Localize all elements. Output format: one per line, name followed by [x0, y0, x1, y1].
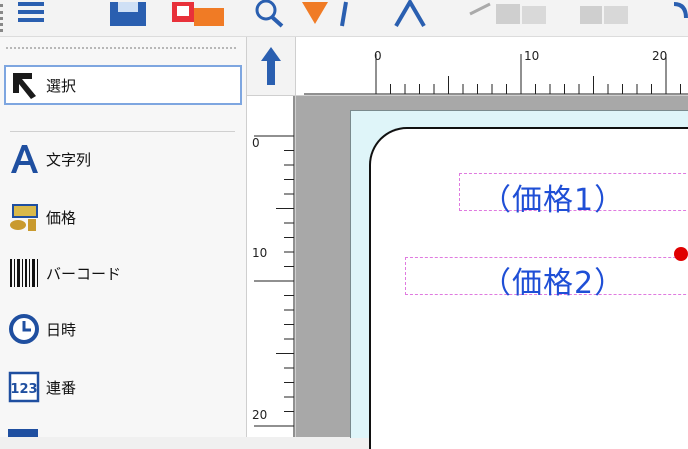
horizontal-ruler-ticks	[304, 54, 688, 95]
tool-label: 日時	[46, 320, 77, 339]
design-canvas[interactable]: （価格1） （価格2）	[296, 96, 688, 449]
tool-label: 文字列	[46, 150, 92, 169]
toolbar-grip[interactable]	[0, 4, 7, 32]
label-paper: （価格1） （価格2）	[350, 110, 688, 449]
image-icon[interactable]	[168, 0, 228, 28]
tool-label: 連番	[46, 378, 77, 397]
tool-palette: 選択 文字列 価格 バーコード 日時 123 連番	[0, 37, 247, 437]
text-a-icon	[8, 143, 40, 175]
svg-text:123: 123	[10, 382, 37, 397]
pointer-icon[interactable]	[300, 0, 354, 28]
save-icon[interactable]	[108, 0, 148, 28]
list-icon[interactable]	[16, 0, 46, 28]
vertical-ruler: 0 10 20	[247, 96, 296, 437]
tool-price[interactable]: 価格	[6, 197, 240, 237]
vruler-label-20: 20	[252, 408, 268, 422]
tool-select[interactable]: 選択	[4, 65, 242, 105]
clock-icon	[8, 313, 40, 345]
tool-barcode[interactable]: バーコード	[6, 253, 240, 293]
text-tool-icon[interactable]	[392, 0, 436, 28]
hruler-label-0: 0	[374, 49, 382, 63]
vruler-label-10: 10	[252, 246, 268, 260]
ruler-corner[interactable]	[247, 37, 296, 96]
grid-icon[interactable]	[578, 0, 630, 28]
coins-icon	[8, 201, 40, 233]
palette-separator	[10, 131, 235, 132]
tool-text[interactable]: 文字列	[6, 139, 240, 179]
barcode-icon	[8, 257, 40, 289]
rotate-icon[interactable]	[672, 0, 688, 28]
price-field-2-text: （価格2）	[481, 266, 626, 301]
zoom-icon[interactable]	[252, 0, 286, 28]
palette-grip	[6, 47, 236, 49]
horizontal-ruler: 0 10 20	[296, 37, 688, 96]
barcode-icon[interactable]	[466, 0, 550, 28]
vruler-label-0: 0	[252, 136, 260, 150]
toolbar	[0, 0, 688, 37]
serial-123-icon: 123	[8, 371, 40, 403]
tool-label: 選択	[46, 76, 77, 95]
hruler-label-10: 10	[524, 49, 540, 63]
price-field-1-text: （価格1）	[481, 183, 626, 218]
hruler-label-20: 20	[652, 49, 668, 63]
label-area[interactable]: （価格1） （価格2）	[369, 127, 688, 449]
select-arrow-icon	[8, 69, 40, 101]
tool-label: バーコード	[46, 264, 122, 283]
tool-serial[interactable]: 123 連番	[6, 367, 240, 407]
selection-handle[interactable]	[674, 247, 688, 261]
tool-label: 価格	[46, 208, 77, 227]
tool-next-partial[interactable]	[8, 429, 38, 437]
tool-datetime[interactable]: 日時	[6, 309, 240, 349]
